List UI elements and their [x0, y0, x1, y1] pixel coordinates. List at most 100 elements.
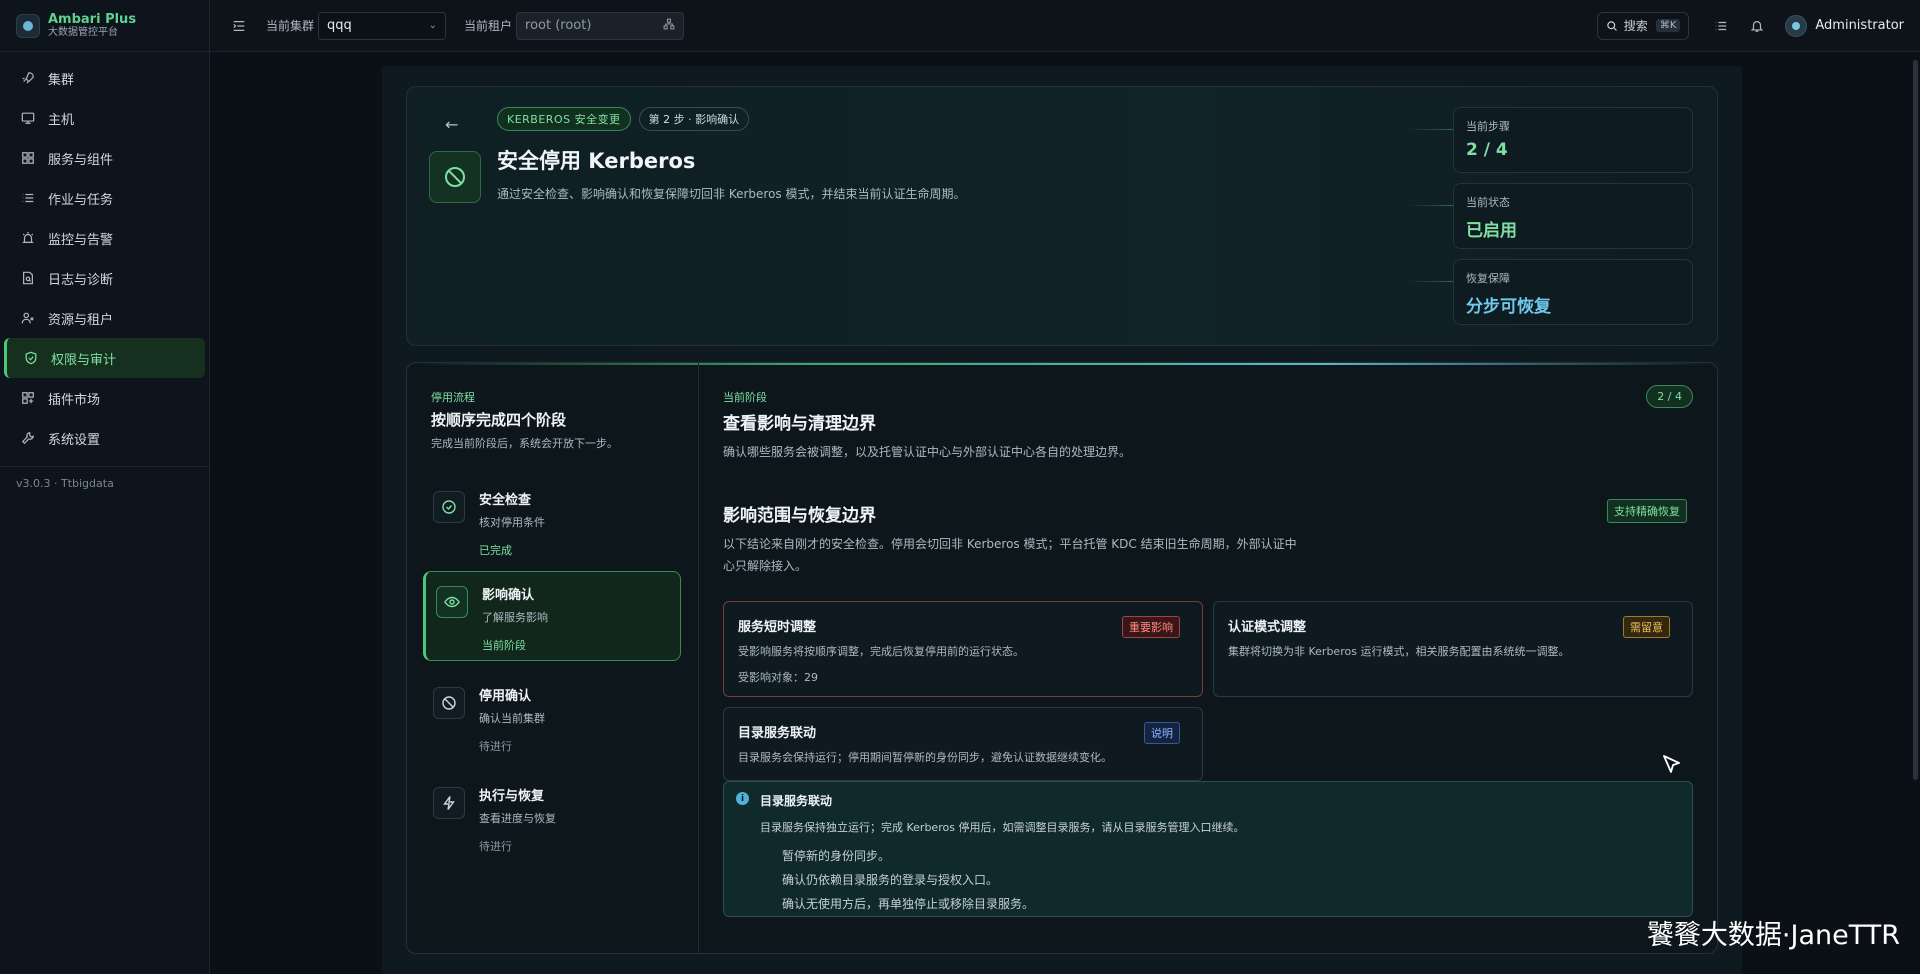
step-status: 待进行: [479, 740, 512, 753]
sidebar-item-label: 作业与任务: [48, 192, 114, 208]
tenant-field[interactable]: root (root): [516, 11, 685, 40]
search-button[interactable]: 搜索 ⌘K: [1596, 11, 1690, 40]
ban-icon: [429, 151, 481, 203]
impact-description: 以下结论来自刚才的安全检查。停用会切回非 Kerberos 模式；平台托管 KD…: [723, 537, 1297, 573]
task-list-icon[interactable]: [1713, 18, 1729, 34]
step-execute-recover[interactable]: 执行与恢复 查看进度与恢复 待进行: [423, 773, 681, 863]
step-status: 待进行: [479, 840, 512, 853]
sidebar-item-settings[interactable]: 系统设置: [4, 418, 205, 458]
sidebar-item-cluster[interactable]: 集群: [4, 58, 205, 98]
sidebar-item-label: 系统设置: [48, 432, 101, 448]
tenant-label: 当前租户: [464, 19, 513, 33]
step-title: 影响确认: [482, 588, 535, 603]
step-impact-confirm[interactable]: 影响确认 了解服务影响 当前阶段: [423, 571, 681, 661]
sidebar-item-label: 资源与租户: [48, 312, 114, 328]
step-status: 已完成: [479, 544, 512, 557]
step-title: 执行与恢复: [479, 789, 545, 804]
workflow-panel: 停用流程 按顺序完成四个阶段 完成当前阶段后，系统会开放下一步。 安全检查 核对…: [406, 362, 1718, 954]
page-title: 安全停用 Kerberos: [497, 149, 696, 173]
info-icon: i: [736, 792, 749, 805]
card-title: 服务短时调整: [738, 620, 817, 635]
brand-subtitle: 大数据管控平台: [48, 27, 118, 38]
stat-recovery: 恢复保障 分步可恢复: [1453, 259, 1693, 325]
step-status: 当前阶段: [482, 639, 526, 652]
app-logo-icon: [16, 13, 40, 38]
stat-connector: [1407, 129, 1455, 130]
sidebar-item-jobs[interactable]: 作业与任务: [4, 178, 205, 218]
stat-value: 分步可恢复: [1466, 297, 1551, 317]
menu-toggle-icon[interactable]: [232, 18, 248, 34]
phase-content: 当前阶段 查看影响与清理边界 确认哪些服务会被调整，以及托管认证中心与外部认证中…: [699, 363, 1717, 953]
ban-icon: [433, 687, 465, 719]
alarm-icon: [20, 230, 36, 246]
bell-icon[interactable]: [1749, 18, 1765, 34]
sidebar-item-monitoring[interactable]: 监控与告警: [4, 218, 205, 258]
list-item: 确认无使用方后，再单独停止或移除目录服务。: [782, 897, 1035, 911]
steps-title: 按顺序完成四个阶段: [431, 411, 567, 429]
directory-info-box: i 目录服务联动 目录服务保持独立运行；完成 Kerberos 停用后，如需调整…: [723, 781, 1693, 917]
info-desc: 目录服务保持独立运行；完成 Kerberos 停用后，如需调整目录服务，请从目录…: [760, 821, 1245, 834]
sidebar-item-logs[interactable]: 日志与诊断: [4, 258, 205, 298]
stat-label: 当前步骤: [1466, 120, 1510, 133]
step-desc: 了解服务影响: [482, 611, 548, 624]
card-title: 认证模式调整: [1228, 620, 1307, 635]
step-security-check[interactable]: 安全检查 核对停用条件 已完成: [423, 477, 681, 567]
wrench-icon: [20, 430, 36, 446]
sidebar-item-plugins[interactable]: 插件市场: [4, 378, 205, 418]
steps-subtitle: 完成当前阶段后，系统会开放下一步。: [431, 437, 618, 450]
stat-current-step: 当前步骤 2 / 4: [1453, 107, 1693, 173]
cluster-select[interactable]: qqq ⌄: [318, 11, 447, 40]
sidebar-item-label: 插件市场: [48, 392, 101, 408]
avatar[interactable]: [1785, 14, 1808, 37]
sidebar-item-label: 监控与告警: [48, 232, 114, 248]
affected-count: 受影响对象：29: [738, 671, 818, 684]
scrollbar[interactable]: [1913, 60, 1918, 780]
sidebar-item-label: 主机: [48, 112, 75, 128]
card-desc: 受影响服务将按顺序调整，完成后恢复停用前的运行状态。: [738, 645, 1024, 658]
steps-panel: 停用流程 按顺序完成四个阶段 完成当前阶段后，系统会开放下一步。 安全检查 核对…: [407, 363, 699, 953]
tenant-value: root (root): [525, 18, 592, 33]
phase-kicker: 当前阶段: [723, 391, 767, 404]
brand-name: Ambari Plus: [48, 12, 137, 27]
list-icon: [20, 190, 36, 206]
sidebar-item-label: 服务与组件: [48, 152, 114, 168]
sidebar-nav: 集群 主机 服务与组件 作业与任务 监控与告警 日志与诊断 资源与租户 权限与审…: [0, 52, 209, 458]
tag-kerberos: KERBEROS 安全变更: [497, 107, 631, 131]
topbar: 当前集群 qqq ⌄ 当前租户 root (root) 搜索 ⌘K Admini…: [210, 0, 1920, 52]
card-desc: 目录服务会保持运行；停用期间暂停新的身份同步，避免认证数据继续变化。: [738, 751, 1112, 764]
step-disable-confirm[interactable]: 停用确认 确认当前集群 待进行: [423, 673, 681, 763]
sidebar-item-services[interactable]: 服务与组件: [4, 138, 205, 178]
eye-icon: [436, 586, 468, 618]
phase-title: 查看影响与清理边界: [723, 414, 876, 434]
severity-badge: 说明: [1144, 722, 1180, 744]
step-desc: 核对停用条件: [479, 516, 545, 529]
version-label: v3.0.3 · Ttbigdata: [0, 466, 209, 500]
sidebar-item-resources[interactable]: 资源与租户: [4, 298, 205, 338]
search-icon: [1606, 20, 1618, 32]
document-search-icon: [20, 270, 36, 286]
severity-badge: 重要影响: [1122, 616, 1180, 638]
shield-icon: [23, 350, 39, 366]
list-item: 确认仍依赖目录服务的登录与授权入口。: [782, 873, 999, 887]
stat-current-status: 当前状态 已启用: [1453, 183, 1693, 249]
sidebar-item-security[interactable]: 权限与审计: [4, 338, 205, 378]
brand[interactable]: Ambari Plus 大数据管控平台: [0, 0, 209, 52]
back-arrow-icon[interactable]: ←: [445, 115, 458, 134]
step-title: 安全检查: [479, 493, 532, 508]
hero-tags: KERBEROS 安全变更 第 2 步 · 影响确认: [497, 107, 750, 131]
mouse-cursor-icon: [1663, 755, 1680, 773]
steps-kicker: 停用流程: [431, 391, 475, 404]
stat-label: 当前状态: [1466, 196, 1510, 209]
stat-value: 2 / 4: [1466, 140, 1508, 160]
sidebar-item-hosts[interactable]: 主机: [4, 98, 205, 138]
users-icon: [20, 310, 36, 326]
chevron-down-icon: ⌄: [428, 20, 438, 31]
sidebar-item-label: 集群: [48, 72, 75, 88]
stat-connector: [1407, 281, 1455, 282]
check-circle-icon: [433, 491, 465, 523]
page-description: 通过安全检查、影响确认和恢复保障切回非 Kerberos 模式，并结束当前认证生…: [497, 187, 966, 201]
cluster-select-value: qqq: [327, 18, 352, 33]
user-name[interactable]: Administrator: [1815, 18, 1904, 33]
step-desc: 查看进度与恢复: [479, 812, 556, 825]
puzzle-icon: [20, 390, 36, 406]
